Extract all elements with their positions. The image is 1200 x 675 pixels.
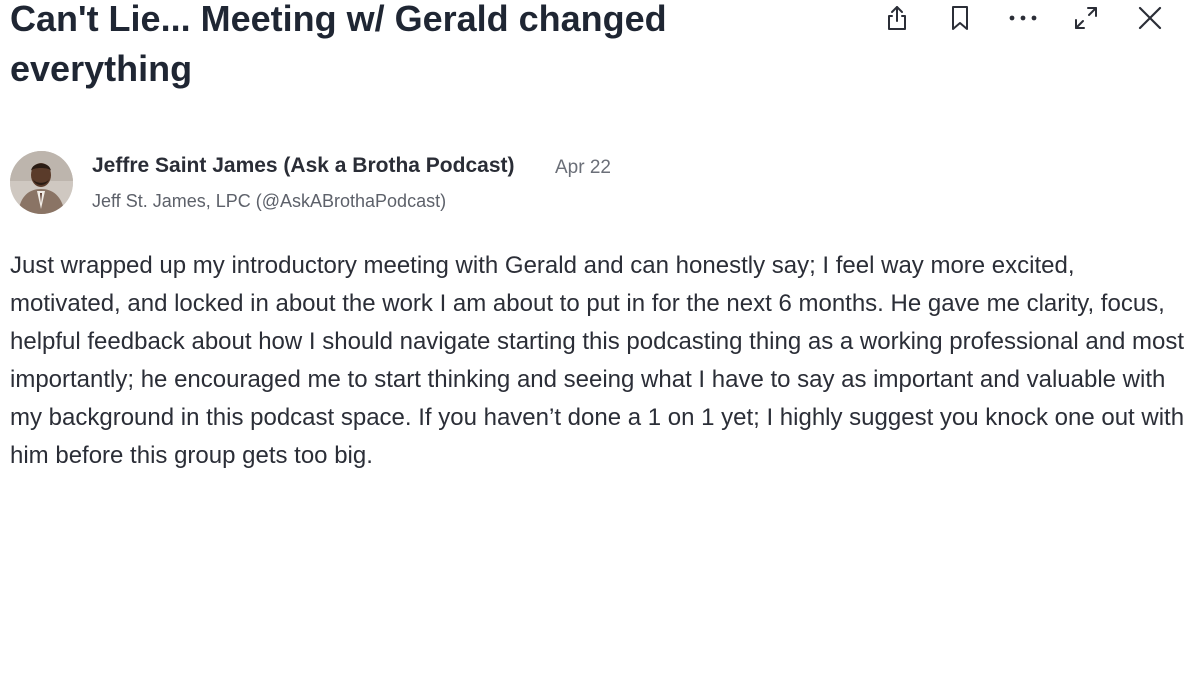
avatar[interactable] (10, 151, 73, 214)
expand-icon (1072, 4, 1100, 32)
close-icon (1137, 5, 1163, 31)
more-icon (1008, 13, 1038, 23)
expand-button[interactable] (1068, 0, 1104, 36)
bookmark-icon (949, 4, 971, 32)
author-subtitle: Jeff St. James, LPC (@AskABrothaPodcast) (92, 191, 447, 211)
close-button[interactable] (1132, 0, 1168, 36)
post-body: Just wrapped up my introductory meeting … (10, 252, 1185, 469)
author-name[interactable]: Jeffre Saint James (Ask a Brotha Podcast… (92, 154, 514, 178)
bookmark-button[interactable] (942, 0, 978, 36)
share-button[interactable] (879, 0, 915, 36)
more-options-button[interactable] (1005, 0, 1041, 36)
author-row: Jeffre Saint James (Ask a Brotha Podcast… (10, 151, 1110, 215)
post-title: Can't Lie... Meeting w/ Gerald changed e… (10, 0, 667, 89)
share-icon (884, 4, 910, 32)
post-date: Apr 22 (555, 157, 611, 178)
post-modal: Can't Lie... Meeting w/ Gerald changed e… (0, 0, 1200, 675)
